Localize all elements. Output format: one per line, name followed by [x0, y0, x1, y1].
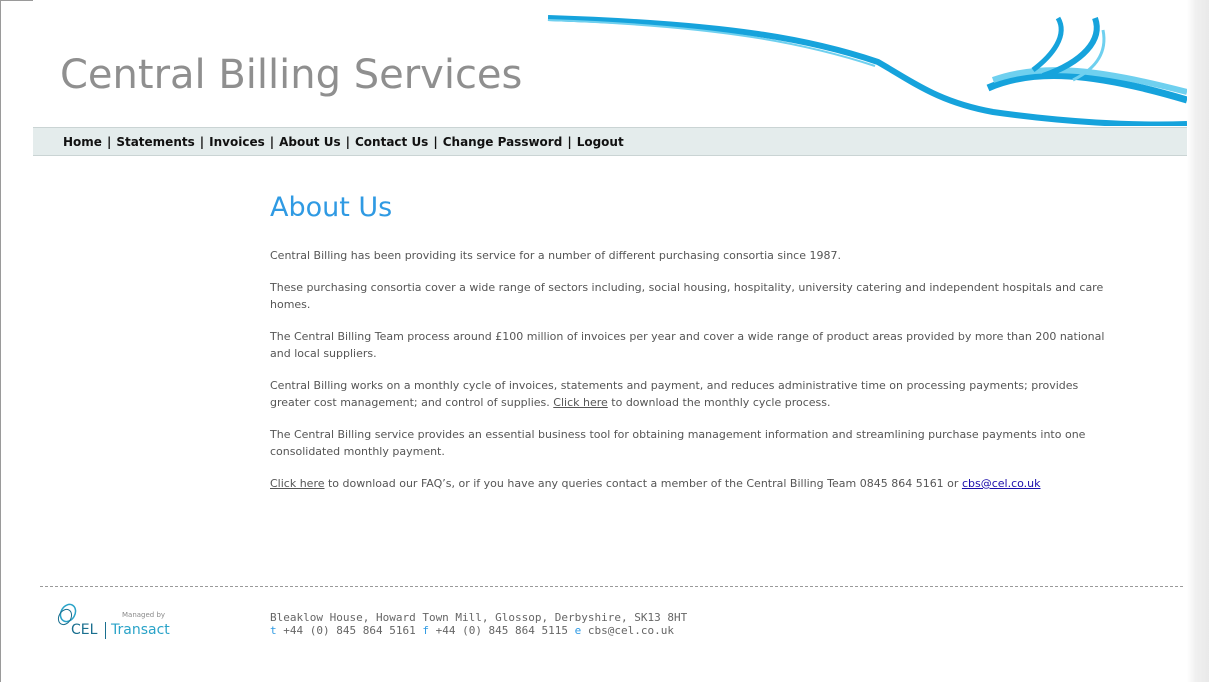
page-heading: About Us — [270, 192, 393, 223]
nav-statements[interactable]: Statements — [116, 135, 194, 149]
footer-divider — [40, 586, 1183, 587]
address-line: Bleaklow House, Howard Town Mill, Glosso… — [270, 611, 688, 624]
nav-separator: | — [567, 134, 572, 149]
nav-contact-us[interactable]: Contact Us — [355, 135, 428, 149]
nav-about-us[interactable]: About Us — [279, 135, 340, 149]
email-link[interactable]: cbs@cel.co.uk — [962, 477, 1041, 490]
paragraph-service: The Central Billing service provides an … — [270, 428, 1086, 458]
logo-transact-text: Transact — [111, 622, 170, 638]
faq-text: to download our FAQ’s, or if you have an… — [324, 477, 962, 490]
site-header: Central Billing Services — [33, 0, 1187, 126]
monthly-cycle-text-end: to download the monthly cycle process. — [607, 396, 831, 409]
paragraph-volume: The Central Billing Team process around … — [270, 330, 1105, 360]
main-content: About Us Central Billing has been provid… — [270, 192, 1120, 507]
main-nav: Home | Statements | Invoices | About Us … — [33, 127, 1187, 156]
monthly-cycle-download-link[interactable]: Click here — [553, 396, 608, 409]
page: Central Billing Services Home | Statemen… — [33, 0, 1187, 682]
nav-invoices[interactable]: Invoices — [209, 135, 265, 149]
paragraph-faq: Click here to download our FAQ’s, or if … — [270, 475, 1120, 492]
fax-number: +44 (0) 845 864 5115 — [435, 624, 569, 637]
nav-separator: | — [345, 134, 350, 149]
logo-divider — [105, 622, 106, 639]
fax-label: f — [422, 624, 429, 637]
paragraph-sectors: These purchasing consortia cover a wide … — [270, 281, 1104, 311]
nav-home[interactable]: Home — [63, 135, 102, 149]
nav-separator: | — [269, 134, 275, 149]
nav-logout[interactable]: Logout — [577, 135, 624, 149]
footer-address: Bleaklow House, Howard Town Mill, Glosso… — [270, 611, 687, 637]
logo-cel-text: CEL — [71, 622, 98, 638]
faq-download-link[interactable]: Click here — [270, 477, 325, 490]
paragraph-monthly-cycle: Central Billing works on a monthly cycle… — [270, 377, 1120, 411]
email-label: e — [574, 624, 582, 637]
nav-change-password[interactable]: Change Password — [443, 135, 563, 149]
phone-number: +44 (0) 845 864 5161 — [283, 624, 416, 637]
nav-separator: | — [106, 134, 112, 149]
site-title: Central Billing Services — [60, 52, 523, 98]
managed-by-label: Managed by — [122, 611, 166, 619]
nav-separator: | — [433, 134, 438, 149]
phone-label: t — [270, 624, 277, 637]
paragraph-history: Central Billing has been providing its s… — [270, 249, 841, 262]
footer-email: cbs@cel.co.uk — [587, 624, 674, 637]
nav-separator: | — [199, 134, 205, 149]
page-shadow — [1187, 0, 1209, 682]
contact-line: t +44 (0) 845 864 5161 f +44 (0) 845 864… — [270, 624, 687, 637]
